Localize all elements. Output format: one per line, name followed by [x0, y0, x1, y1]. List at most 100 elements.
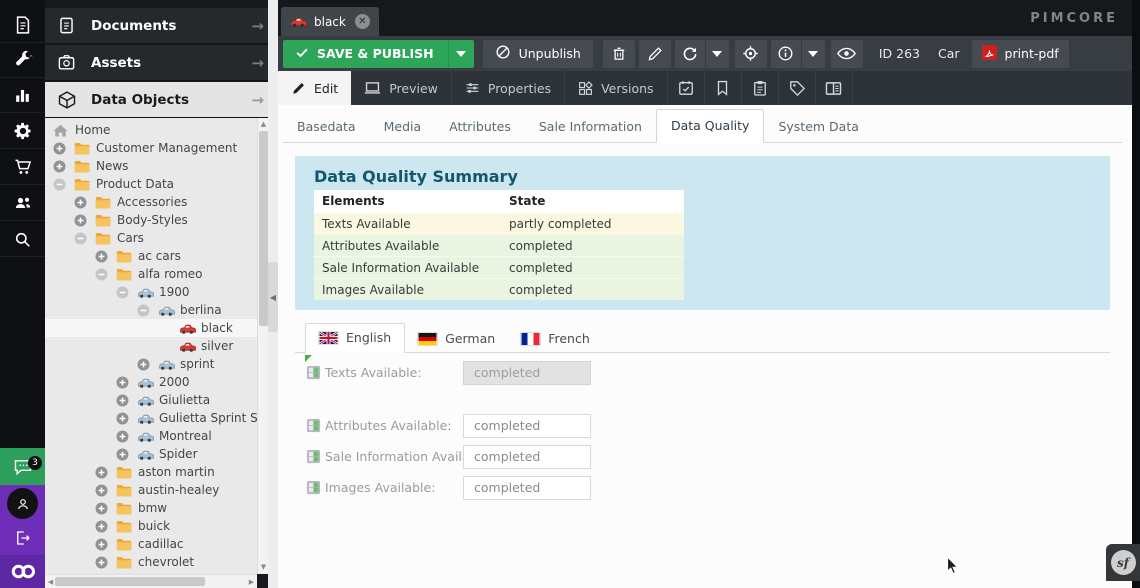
- tab-black[interactable]: black ✕: [281, 7, 379, 36]
- panel-splitter[interactable]: ◀: [268, 0, 278, 588]
- documents-icon[interactable]: [0, 8, 45, 42]
- tree-item[interactable]: Montreal: [45, 427, 257, 445]
- info-options-dropdown[interactable]: [801, 40, 825, 68]
- tree-item[interactable]: Cars: [45, 229, 257, 247]
- tree-item[interactable]: Product Data: [45, 175, 257, 193]
- collapse-panel-handle[interactable]: ◀: [268, 262, 278, 332]
- tree-item[interactable]: chevrolet: [45, 553, 257, 571]
- expand-icon[interactable]: [95, 466, 116, 479]
- tree-item[interactable]: Accessories: [45, 193, 257, 211]
- open-preview-button[interactable]: [831, 40, 863, 68]
- translations-icon[interactable]: [816, 71, 853, 105]
- save-publish-button[interactable]: SAVE & PUBLISH: [283, 40, 474, 68]
- tools-icon[interactable]: [0, 43, 45, 77]
- locate-in-tree-button[interactable]: [735, 40, 767, 68]
- tab-language-french[interactable]: French: [508, 325, 603, 353]
- expand-icon[interactable]: [53, 160, 74, 173]
- tree-item[interactable]: austin-healey: [45, 481, 257, 499]
- tree-item[interactable]: buick: [45, 517, 257, 535]
- accordion-data-objects[interactable]: Data Objects →: [45, 82, 278, 118]
- user-avatar[interactable]: [7, 488, 38, 519]
- tree-item[interactable]: sprint: [45, 355, 257, 373]
- tree-item[interactable]: aston martin: [45, 463, 257, 481]
- field-input[interactable]: completed: [463, 476, 591, 500]
- expand-icon[interactable]: [116, 430, 137, 443]
- tree-item[interactable]: Home: [45, 121, 257, 139]
- accordion-assets[interactable]: Assets →: [45, 45, 278, 81]
- tab-properties[interactable]: Properties: [452, 71, 565, 105]
- delete-button[interactable]: [603, 40, 635, 68]
- tab-versions[interactable]: Versions: [565, 71, 667, 105]
- tree-vertical-scrollbar[interactable]: ▲ ▼: [257, 118, 268, 574]
- tab-data-quality[interactable]: Data Quality: [656, 109, 765, 143]
- close-tab-icon[interactable]: ✕: [355, 14, 370, 29]
- expand-icon[interactable]: [116, 376, 137, 389]
- expand-icon[interactable]: [95, 250, 116, 263]
- search-icon[interactable]: [0, 222, 45, 256]
- notes-events-icon[interactable]: [742, 71, 779, 105]
- info-button[interactable]: [771, 40, 801, 68]
- field-input[interactable]: completed: [463, 414, 591, 438]
- tree-item[interactable]: bmw: [45, 499, 257, 517]
- expand-icon[interactable]: [95, 538, 116, 551]
- tree-item[interactable]: News: [45, 157, 257, 175]
- tree-item[interactable]: black: [45, 319, 257, 337]
- tree-item[interactable]: 1900: [45, 283, 257, 301]
- symfony-profiler-badge[interactable]: sf: [1106, 544, 1140, 581]
- expand-icon[interactable]: [95, 502, 116, 515]
- tree-horizontal-scrollbar[interactable]: ◀ ▶: [45, 574, 257, 588]
- tree-item[interactable]: Giulietta: [45, 391, 257, 409]
- print-pdf-button[interactable]: print-pdf: [972, 40, 1069, 68]
- tree-item[interactable]: Customer Management: [45, 139, 257, 157]
- collapse-icon[interactable]: [53, 178, 74, 191]
- expand-icon[interactable]: [95, 556, 116, 569]
- expand-icon[interactable]: [74, 196, 95, 209]
- reload-button[interactable]: [675, 40, 705, 68]
- tree-item[interactable]: alfa romeo: [45, 265, 257, 283]
- tab-system-data[interactable]: System Data: [764, 111, 872, 143]
- field-input[interactable]: completed: [463, 361, 591, 385]
- tree-item[interactable]: Gulietta Sprint Specia: [45, 409, 257, 427]
- tree-item[interactable]: Body-Styles: [45, 211, 257, 229]
- ecommerce-icon[interactable]: [0, 150, 45, 184]
- bookmark-icon[interactable]: [705, 71, 742, 105]
- pimcore-logo-icon[interactable]: [0, 555, 45, 588]
- tree-item[interactable]: cadillac: [45, 535, 257, 553]
- tab-basedata[interactable]: Basedata: [283, 111, 370, 143]
- tab-language-english[interactable]: English: [305, 323, 405, 353]
- scrollbar-thumb[interactable]: [55, 577, 205, 586]
- expand-icon[interactable]: [116, 448, 137, 461]
- field-input[interactable]: completed: [463, 445, 591, 469]
- collapse-icon[interactable]: [95, 268, 116, 281]
- logout-icon[interactable]: [0, 523, 45, 553]
- collapse-icon[interactable]: [137, 304, 158, 317]
- rename-button[interactable]: [639, 40, 671, 68]
- tree-item[interactable]: silver: [45, 337, 257, 355]
- accordion-documents[interactable]: Documents →: [45, 8, 278, 44]
- save-options-dropdown[interactable]: [448, 40, 474, 68]
- tree-item[interactable]: 2000: [45, 373, 257, 391]
- expand-icon[interactable]: [53, 142, 74, 155]
- scroll-right-icon[interactable]: ▶: [246, 577, 257, 588]
- expand-icon[interactable]: [95, 520, 116, 533]
- perspectives-chat-button[interactable]: 3: [0, 448, 45, 485]
- settings-icon[interactable]: [0, 114, 45, 148]
- collapse-icon[interactable]: [116, 286, 137, 299]
- tree-item[interactable]: Spider: [45, 445, 257, 463]
- tab-edit[interactable]: Edit: [278, 71, 351, 105]
- tab-sale-information[interactable]: Sale Information: [525, 111, 656, 143]
- expand-icon[interactable]: [137, 358, 158, 371]
- tags-icon[interactable]: [779, 71, 816, 105]
- expand-icon[interactable]: [116, 394, 137, 407]
- reports-icon[interactable]: [0, 78, 45, 112]
- tab-language-german[interactable]: German: [405, 325, 508, 353]
- expand-icon[interactable]: [116, 412, 137, 425]
- tab-preview[interactable]: Preview: [351, 71, 452, 105]
- collapse-icon[interactable]: [74, 232, 95, 245]
- tree-item[interactable]: berlina: [45, 301, 257, 319]
- users-icon[interactable]: [0, 186, 45, 220]
- reload-options-dropdown[interactable]: [705, 40, 729, 68]
- tab-media[interactable]: Media: [370, 111, 436, 143]
- tree-item[interactable]: ac cars: [45, 247, 257, 265]
- expand-icon[interactable]: [74, 214, 95, 227]
